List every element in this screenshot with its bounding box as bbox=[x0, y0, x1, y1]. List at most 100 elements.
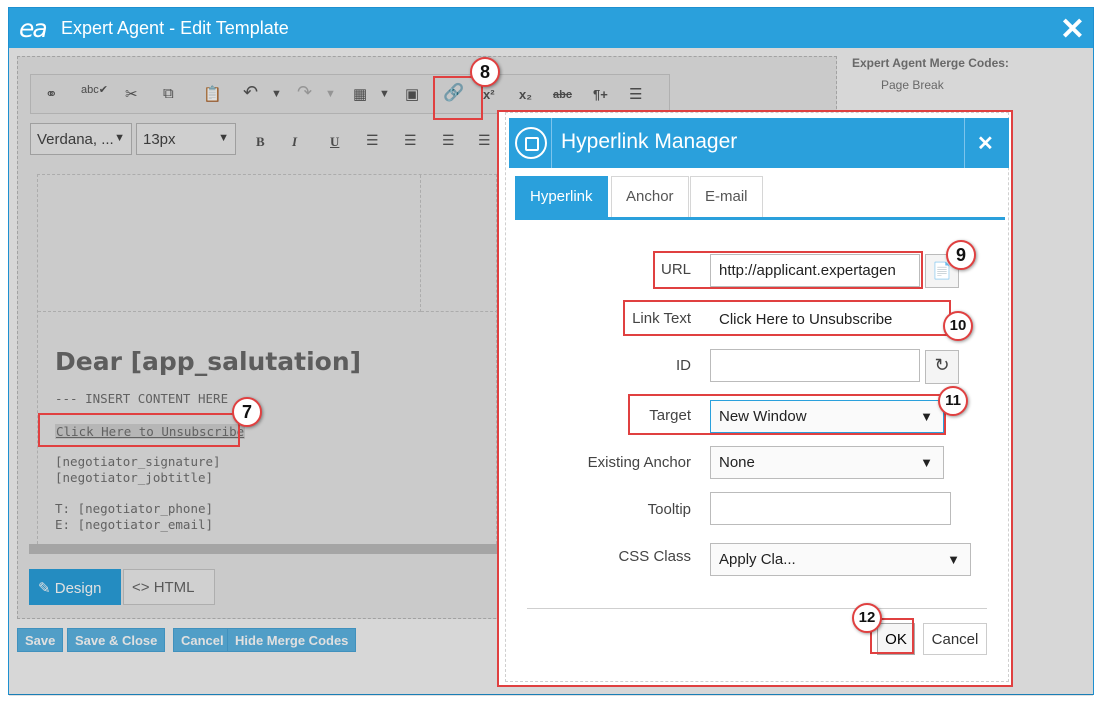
merge-codes-title: Expert Agent Merge Codes: bbox=[852, 56, 1009, 70]
email-merge-code: E: [negotiator_email] bbox=[55, 517, 214, 532]
align-right-icon[interactable]: ☰ bbox=[442, 132, 455, 149]
target-select[interactable]: New Window ▼ bbox=[710, 400, 944, 433]
ok-button[interactable]: OK bbox=[877, 623, 915, 655]
signature-merge-code: [negotiator_signature] bbox=[55, 454, 221, 469]
pencil-icon: ✎ bbox=[38, 580, 55, 597]
italic-icon[interactable]: I bbox=[292, 134, 297, 150]
editor-toolbar-format: Verdana, ... ▼ 13px ▼ B I U ☰ ☰ ☰ ☰ bbox=[30, 123, 500, 163]
header-divider bbox=[551, 118, 552, 168]
annotation-badge-11: 11 bbox=[938, 386, 968, 416]
tab-html[interactable]: <> HTML bbox=[123, 569, 215, 605]
align-center-icon[interactable]: ☰ bbox=[404, 132, 417, 149]
dialog-close-icon[interactable]: ✕ bbox=[977, 131, 994, 156]
link-text-input[interactable]: Click Here to Unsubscribe bbox=[710, 303, 950, 336]
tab-anchor[interactable]: Anchor bbox=[611, 176, 689, 217]
dialog-title: Hyperlink Manager bbox=[561, 130, 738, 153]
hyperlink-manager-icon[interactable]: 🔗 bbox=[443, 83, 464, 103]
dialog-divider bbox=[527, 608, 987, 609]
refresh-icon[interactable]: ↻ bbox=[925, 350, 959, 384]
target-label: Target bbox=[649, 407, 691, 424]
font-family-value: Verdana, ... bbox=[37, 131, 114, 148]
align-left-icon[interactable]: ☰ bbox=[366, 132, 379, 149]
merge-code-page-break[interactable]: Page Break bbox=[881, 78, 944, 92]
insert-content-placeholder: --- INSERT CONTENT HERE bbox=[55, 391, 229, 406]
url-input[interactable]: http://applicant.expertagen bbox=[710, 254, 920, 287]
tab-design-label: Design bbox=[54, 580, 102, 597]
save-close-button[interactable]: Save & Close bbox=[67, 628, 166, 652]
existing-anchor-value: None bbox=[719, 454, 755, 471]
image-icon[interactable]: ▣ bbox=[405, 85, 419, 103]
annotation-badge-10: 10 bbox=[943, 311, 973, 341]
paste-icon[interactable]: 📋 bbox=[203, 85, 222, 103]
css-class-value: Apply Cla... bbox=[719, 551, 796, 568]
target-value: New Window bbox=[719, 408, 807, 425]
undo-dropdown-icon[interactable]: ▼ bbox=[271, 88, 282, 100]
underline-icon[interactable]: U bbox=[330, 134, 339, 150]
title-bar: ea Expert Agent - Edit Template ✕ bbox=[9, 8, 1093, 48]
table-icon[interactable]: ▦ bbox=[353, 85, 367, 103]
dialog-cancel-button[interactable]: Cancel bbox=[923, 623, 987, 655]
hide-merge-codes-button[interactable]: Hide Merge Codes bbox=[227, 628, 357, 652]
annotation-badge-12: 12 bbox=[852, 603, 882, 633]
dialog-header: Hyperlink Manager ✕ bbox=[509, 118, 1009, 168]
chevron-down-icon: ▼ bbox=[947, 552, 960, 567]
id-input[interactable] bbox=[710, 349, 920, 382]
redo-icon[interactable]: ↷ bbox=[297, 82, 312, 103]
header-divider-right bbox=[964, 118, 965, 168]
dialog-tabs: Hyperlink Anchor E-mail bbox=[515, 176, 1005, 220]
subscript-icon[interactable]: x₂ bbox=[519, 87, 532, 102]
tooltip-label: Tooltip bbox=[647, 501, 691, 518]
chevron-down-icon: ▼ bbox=[920, 455, 933, 470]
annotation-badge-8: 8 bbox=[470, 57, 500, 87]
find-icon[interactable]: ⚭ bbox=[45, 85, 58, 103]
existing-anchor-label: Existing Anchor bbox=[587, 454, 691, 471]
tab-email[interactable]: E-mail bbox=[690, 176, 763, 217]
editor-toolbar-top: ⚭ abc✔ ✂ ⧉ 📋 ↶ ▼ ↷ ▼ ▦ ▼ ▣ 🔗 x² x₂ abc ¶… bbox=[30, 74, 670, 114]
existing-anchor-select[interactable]: None ▼ bbox=[710, 446, 944, 479]
spellcheck-icon[interactable]: abc✔ bbox=[81, 83, 108, 96]
font-size-select[interactable]: 13px ▼ bbox=[136, 123, 236, 155]
editor-content[interactable]: Dear [app_salutation] --- INSERT CONTENT… bbox=[37, 174, 498, 549]
copy-icon[interactable]: ⧉ bbox=[163, 85, 174, 102]
css-class-select[interactable]: Apply Cla... ▼ bbox=[710, 543, 971, 576]
paragraph-icon[interactable]: ¶+ bbox=[593, 87, 608, 102]
annotation-badge-7: 7 bbox=[232, 397, 262, 427]
justify-icon[interactable]: ☰ bbox=[478, 132, 491, 149]
save-button[interactable]: Save bbox=[17, 628, 64, 652]
font-family-select[interactable]: Verdana, ... ▼ bbox=[30, 123, 132, 155]
dialog-window-icon bbox=[515, 127, 547, 159]
code-icon: <> bbox=[132, 579, 154, 596]
unsubscribe-link[interactable]: Click Here to Unsubscribe bbox=[55, 424, 246, 439]
annotation-badge-9: 9 bbox=[946, 240, 976, 270]
tab-hyperlink[interactable]: Hyperlink bbox=[515, 176, 608, 217]
undo-icon[interactable]: ↶ bbox=[243, 82, 258, 103]
hyperlink-manager-dialog: Hyperlink Manager ✕ Hyperlink Anchor E-m… bbox=[497, 110, 1013, 687]
tab-html-label: HTML bbox=[153, 579, 195, 596]
window-title: Expert Agent - Edit Template bbox=[61, 18, 289, 38]
bold-icon[interactable]: B bbox=[256, 134, 265, 150]
expert-agent-logo: ea bbox=[19, 14, 48, 43]
superscript-icon[interactable]: x² bbox=[483, 87, 495, 102]
greeting-heading: Dear [app_salutation] bbox=[55, 347, 362, 376]
redo-dropdown-icon[interactable]: ▼ bbox=[325, 88, 336, 100]
horizontal-scrollbar[interactable] bbox=[29, 544, 499, 554]
cut-icon[interactable]: ✂ bbox=[125, 85, 138, 103]
align-icon[interactable]: ☰ bbox=[629, 85, 642, 103]
close-window-icon[interactable]: ✕ bbox=[1060, 12, 1085, 47]
cancel-button[interactable]: Cancel bbox=[173, 628, 232, 652]
strikethrough-icon[interactable]: abc bbox=[553, 89, 572, 101]
chevron-down-icon: ▼ bbox=[114, 132, 125, 144]
phone-merge-code: T: [negotiator_phone] bbox=[55, 501, 214, 516]
header-cell bbox=[38, 175, 421, 312]
chevron-down-icon: ▼ bbox=[218, 132, 229, 144]
chevron-down-icon: ▼ bbox=[920, 409, 933, 424]
css-class-label: CSS Class bbox=[618, 548, 691, 565]
table-dropdown-icon[interactable]: ▼ bbox=[379, 88, 390, 100]
jobtitle-merge-code: [negotiator_jobtitle] bbox=[55, 470, 214, 485]
font-size-value: 13px bbox=[143, 131, 176, 148]
url-label: URL bbox=[660, 261, 691, 278]
tooltip-input[interactable] bbox=[710, 492, 951, 525]
tab-design[interactable]: ✎ Design bbox=[29, 569, 121, 605]
header-cell-right bbox=[421, 175, 498, 312]
link-text-label: Link Text bbox=[632, 310, 691, 327]
